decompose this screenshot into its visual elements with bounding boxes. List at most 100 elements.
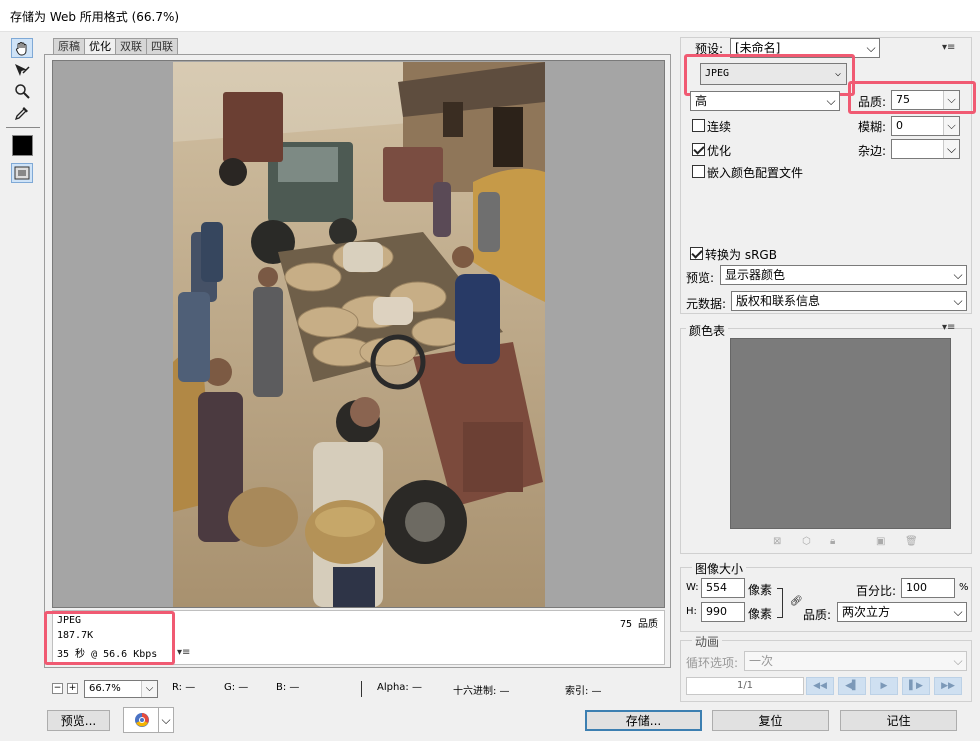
tab-optimized[interactable]: 优化	[84, 38, 116, 55]
reset-button[interactable]: 复位	[712, 710, 829, 731]
info-quality: 75 品质	[619, 619, 658, 630]
loop-select[interactable]: 一次 ⌵	[744, 651, 967, 671]
eyedropper-color-swatch[interactable]	[12, 135, 33, 156]
readout-r: R: —	[172, 682, 196, 693]
tab-original[interactable]: 原稿	[53, 38, 85, 55]
loop-label: 循环选项:	[686, 656, 739, 670]
info-highlight-box	[44, 611, 175, 665]
tab-4up[interactable]: 四联	[146, 38, 178, 55]
zoom-icon[interactable]	[11, 81, 33, 101]
preview-button[interactable]: 预览...	[47, 710, 110, 731]
prev-frame-icon[interactable]: ◀▌	[838, 677, 866, 695]
resample-value: 两次立方	[842, 605, 891, 619]
width-input[interactable]: 554	[701, 578, 745, 598]
zoom-in-button[interactable]: +	[67, 683, 78, 694]
metadata-select[interactable]: 版权和联系信息 ⌵	[731, 291, 967, 311]
loop-value: 一次	[749, 654, 774, 668]
chevron-down-icon: ⌵	[943, 140, 959, 158]
color-table-title: 颜色表	[686, 322, 729, 339]
height-unit: 像素	[748, 607, 773, 621]
map-transparent-icon[interactable]: ⊠	[773, 536, 781, 547]
optimized-label: 优化	[707, 144, 732, 158]
chevron-down-icon: ⌵	[953, 268, 963, 282]
frame-counter: 1/1	[686, 677, 804, 695]
progressive-label: 连续	[707, 120, 732, 134]
width-label: W:	[686, 582, 699, 593]
quality-level-value: 高	[695, 94, 708, 108]
blur-value: 0	[896, 119, 903, 132]
settings-menu-icon[interactable]: ▾≡	[942, 42, 955, 53]
play-icon[interactable]: ▶	[870, 677, 898, 695]
embed-profile-checkbox[interactable]	[692, 165, 705, 178]
readout-b: B: —	[276, 682, 300, 693]
zoom-select[interactable]: 66.7% ⌵	[84, 680, 158, 698]
chevron-down-icon: ⌵	[943, 117, 959, 135]
view-tabs: 原稿 优化 双联 四联	[53, 38, 178, 55]
readout-g: G: —	[224, 682, 249, 693]
color-table-swatches[interactable]	[730, 338, 951, 529]
remember-button[interactable]: 记住	[840, 710, 957, 731]
chevron-down-icon: ⌵	[953, 605, 963, 619]
image-size-title: 图像大小	[692, 560, 747, 577]
optimized-checkbox[interactable]	[692, 143, 705, 156]
browser-icon[interactable]	[123, 707, 160, 733]
color-table-menu-icon[interactable]: ▾≡	[942, 322, 955, 333]
preview-image[interactable]	[173, 62, 545, 607]
chevron-down-icon: ⌵	[826, 94, 836, 108]
percent-unit: %	[959, 582, 969, 593]
hand-icon[interactable]	[11, 38, 33, 58]
web-shift-icon[interactable]: ⬡	[802, 536, 811, 547]
format-highlight-box	[684, 54, 855, 96]
chevron-down-icon: ⌵	[141, 681, 157, 697]
matte-select[interactable]: ⌵	[891, 139, 960, 159]
constrain-bracket	[777, 588, 783, 618]
preview-value: 显示器颜色	[725, 268, 786, 282]
window-title: 存储为 Web 所用格式 (66.7%)	[10, 10, 180, 24]
percent-input[interactable]: 100	[901, 578, 955, 598]
chevron-down-icon: ⌵	[953, 654, 963, 668]
progressive-checkbox[interactable]	[692, 119, 705, 132]
srgb-label: 转换为 sRGB	[705, 248, 777, 262]
toggle-slices-icon[interactable]	[11, 163, 33, 183]
last-frame-icon[interactable]: ▶▶	[934, 677, 962, 695]
blur-input[interactable]: 0 ⌵	[891, 116, 960, 136]
slice-select-icon[interactable]	[11, 60, 33, 80]
blur-label: 模糊:	[858, 120, 887, 134]
metadata-label: 元数据:	[686, 297, 727, 311]
status-divider	[361, 681, 362, 697]
preset-value: [未命名]	[735, 41, 781, 55]
lock-icon[interactable]: 🔒︎	[830, 536, 835, 547]
readout-alpha: Alpha: —	[377, 682, 422, 693]
new-color-icon[interactable]: ▣	[876, 536, 885, 547]
trash-icon[interactable]: 🗑︎	[905, 536, 918, 547]
first-frame-icon[interactable]: ◀◀	[806, 677, 834, 695]
matte-label: 杂边:	[858, 144, 887, 158]
embed-profile-label: 嵌入颜色配置文件	[707, 166, 804, 180]
quality-highlight-box	[848, 81, 976, 114]
browser-chevron-down-icon[interactable]: ⌵	[158, 707, 174, 733]
readout-index: 索引: —	[565, 686, 602, 697]
srgb-checkbox[interactable]	[690, 247, 703, 260]
link-icon[interactable]: 🔗︎	[790, 596, 803, 607]
percent-label: 百分比:	[856, 584, 897, 598]
zoom-value: 66.7%	[89, 683, 121, 694]
tab-2up[interactable]: 双联	[115, 38, 147, 55]
metadata-value: 版权和联系信息	[736, 294, 821, 308]
chevron-down-icon: ⌵	[953, 294, 963, 308]
info-menu-icon[interactable]: ▾≡	[177, 647, 190, 658]
resample-select[interactable]: 两次立方 ⌵	[837, 602, 967, 622]
height-input[interactable]: 990	[701, 602, 745, 622]
next-frame-icon[interactable]: ▌▶	[902, 677, 930, 695]
animation-title: 动画	[692, 633, 723, 650]
resample-label: 品质:	[803, 608, 832, 622]
tool-divider	[6, 127, 40, 128]
title-bar: 存储为 Web 所用格式 (66.7%)	[0, 0, 980, 32]
eyedropper-icon[interactable]	[11, 103, 33, 123]
save-button[interactable]: 存储...	[585, 710, 702, 731]
readout-hex: 十六进制: —	[453, 686, 510, 697]
quality-level-select[interactable]: 高 ⌵	[690, 91, 840, 111]
height-label: H:	[686, 606, 697, 617]
preview-label: 预览:	[686, 271, 715, 285]
preview-select[interactable]: 显示器颜色 ⌵	[720, 265, 967, 285]
zoom-out-button[interactable]: −	[52, 683, 63, 694]
